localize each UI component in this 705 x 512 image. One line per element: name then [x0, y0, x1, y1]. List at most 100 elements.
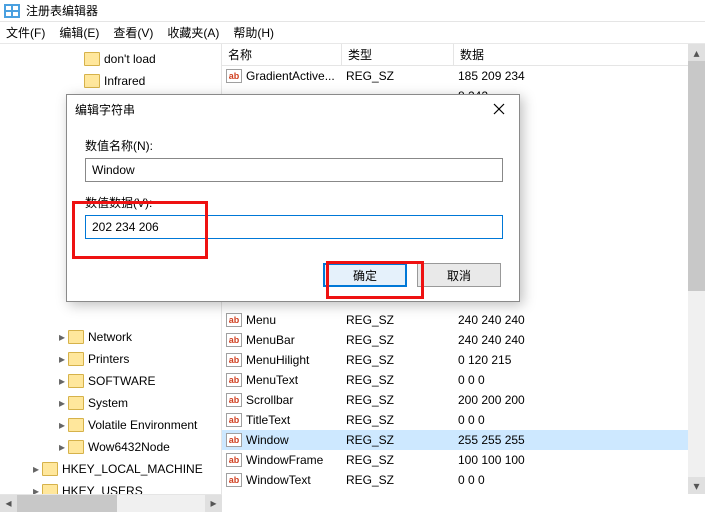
tree-item[interactable]: Infrared: [0, 70, 221, 92]
string-value-icon: ab: [226, 433, 242, 447]
scroll-right-icon[interactable]: ▸: [205, 495, 222, 512]
menu-view[interactable]: 查看(V): [113, 24, 153, 41]
string-value-icon: ab: [226, 393, 242, 407]
row-name: Window: [246, 433, 289, 447]
column-name[interactable]: 名称: [222, 44, 342, 65]
row-data: 100 100 100: [454, 453, 705, 467]
row-data: 0 0 0: [454, 413, 705, 427]
row-name: MenuHilight: [246, 353, 309, 367]
list-row[interactable]: abWindowTextREG_SZ0 0 0: [222, 470, 705, 490]
list-row[interactable]: ab Menu REG_SZ240 240 240: [222, 310, 705, 330]
scroll-left-icon[interactable]: ◂: [0, 495, 17, 512]
row-type: REG_SZ: [342, 313, 454, 327]
expand-icon[interactable]: ▸: [56, 330, 68, 344]
row-type: REG_SZ: [342, 69, 454, 83]
dialog-title: 编辑字符串: [75, 101, 135, 118]
row-data: 240 240 240: [454, 313, 705, 327]
expand-icon[interactable]: ▸: [56, 352, 68, 366]
string-value-icon: ab: [226, 373, 242, 387]
menu-file[interactable]: 文件(F): [6, 24, 45, 41]
row-data: 185 209 234: [454, 69, 705, 83]
scroll-down-icon[interactable]: ▾: [688, 477, 705, 494]
vertical-scrollbar[interactable]: ▴ ▾: [688, 44, 705, 494]
row-type: REG_SZ: [342, 393, 454, 407]
tree-item[interactable]: ▸Volatile Environment: [0, 414, 221, 436]
menu-help[interactable]: 帮助(H): [233, 24, 274, 41]
tree-item[interactable]: ▸Network: [0, 326, 221, 348]
tree-item[interactable]: ▸System: [0, 392, 221, 414]
tree-item[interactable]: ▸HKEY_USERS: [0, 480, 221, 494]
list-row[interactable]: ab MenuBar REG_SZ240 240 240: [222, 330, 705, 350]
string-value-icon: ab: [226, 353, 242, 367]
row-name: MenuBar: [246, 333, 295, 347]
expand-icon[interactable]: ▸: [30, 484, 42, 494]
string-value-icon: ab: [226, 473, 242, 487]
list-row[interactable]: abGradientActive...REG_SZ185 209 234: [222, 66, 705, 86]
tree-item[interactable]: ▸HKEY_LOCAL_MACHINE: [0, 458, 221, 480]
menu-edit[interactable]: 编辑(E): [59, 24, 99, 41]
folder-icon: [68, 418, 84, 432]
regedit-icon: [4, 4, 20, 18]
row-data: 200 200 200: [454, 393, 705, 407]
list-row[interactable]: abWindowFrameREG_SZ100 100 100: [222, 450, 705, 470]
folder-icon: [68, 440, 84, 454]
folder-icon: [68, 352, 84, 366]
folder-icon: [42, 484, 58, 494]
string-value-icon: ab: [226, 313, 242, 327]
list-row[interactable]: abMenuHilightREG_SZ0 120 215: [222, 350, 705, 370]
value-name-label: 数值名称(N):: [85, 137, 501, 154]
expand-icon[interactable]: ▸: [56, 418, 68, 432]
folder-icon: [84, 74, 100, 88]
tree-item[interactable]: ▸Printers: [0, 348, 221, 370]
list-row[interactable]: abTitleTextREG_SZ0 0 0: [222, 410, 705, 430]
row-type: REG_SZ: [342, 413, 454, 427]
tree-item[interactable]: ▸Wow6432Node: [0, 436, 221, 458]
tree-item[interactable]: ▸SOFTWARE: [0, 370, 221, 392]
scroll-thumb[interactable]: [17, 495, 117, 512]
column-type[interactable]: 类型: [342, 44, 454, 65]
row-name: Scrollbar: [246, 393, 293, 407]
folder-icon: [42, 462, 58, 476]
row-data: 0 0 0: [454, 473, 705, 487]
row-data: 255 255 255: [454, 433, 705, 447]
row-type: REG_SZ: [342, 433, 454, 447]
list-row[interactable]: ab Scrollbar REG_SZ200 200 200: [222, 390, 705, 410]
row-name: WindowText: [246, 473, 311, 487]
close-button[interactable]: [487, 99, 511, 119]
expand-icon[interactable]: ▸: [30, 462, 42, 476]
window-titlebar: 注册表编辑器: [0, 0, 705, 22]
scroll-thumb[interactable]: [688, 61, 705, 291]
string-value-icon: ab: [226, 69, 242, 83]
folder-icon: [68, 330, 84, 344]
folder-icon: [68, 396, 84, 410]
folder-icon: [68, 374, 84, 388]
scroll-track[interactable]: [17, 495, 205, 512]
value-data-input[interactable]: [85, 215, 503, 239]
string-value-icon: ab: [226, 453, 242, 467]
row-type: REG_SZ: [342, 353, 454, 367]
close-icon: [493, 103, 505, 115]
list-row[interactable]: abMenuTextREG_SZ0 0 0: [222, 370, 705, 390]
row-type: REG_SZ: [342, 453, 454, 467]
row-type: REG_SZ: [342, 373, 454, 387]
scroll-up-icon[interactable]: ▴: [688, 44, 705, 61]
row-data: 240 240 240: [454, 333, 705, 347]
cancel-button[interactable]: 取消: [417, 263, 501, 287]
ok-button[interactable]: 确定: [323, 263, 407, 287]
scroll-track[interactable]: [688, 61, 705, 477]
edit-string-dialog: 编辑字符串 数值名称(N): Window 数值数据(V): 确定 取消: [66, 94, 520, 302]
horizontal-scrollbar[interactable]: ◂ ▸: [0, 494, 222, 511]
expand-icon[interactable]: ▸: [56, 374, 68, 388]
menubar: 文件(F) 编辑(E) 查看(V) 收藏夹(A) 帮助(H): [0, 22, 705, 44]
row-type: REG_SZ: [342, 333, 454, 347]
expand-icon[interactable]: ▸: [56, 396, 68, 410]
string-value-icon: ab: [226, 333, 242, 347]
row-name: Menu: [246, 313, 276, 327]
tree-item[interactable]: don't load: [0, 48, 221, 70]
expand-icon[interactable]: ▸: [56, 440, 68, 454]
column-data[interactable]: 数据: [454, 44, 705, 65]
menu-favorites[interactable]: 收藏夹(A): [167, 24, 219, 41]
value-name-field[interactable]: Window: [85, 158, 503, 182]
list-row[interactable]: ab Window REG_SZ255 255 255: [222, 430, 705, 450]
list-header: 名称 类型 数据: [222, 44, 705, 66]
